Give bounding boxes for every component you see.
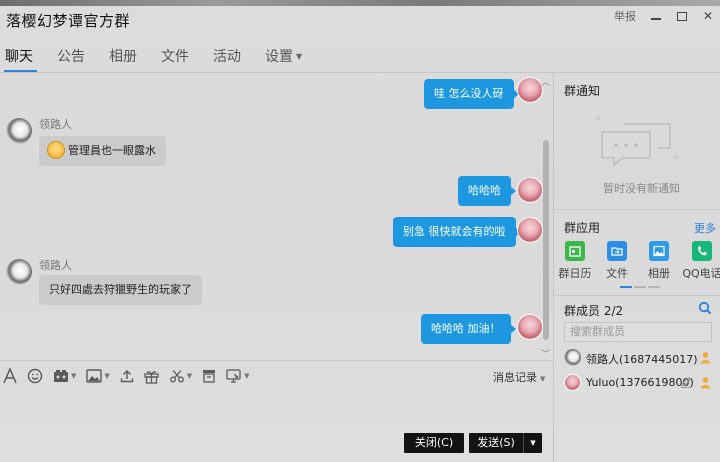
app-qq-phone[interactable]: QQ电话 xyxy=(682,241,720,281)
input-toolbar: ▼ ▼ ▼ ▼ xyxy=(3,366,260,386)
member-name: Yuluo(1376619800) xyxy=(586,376,694,389)
message-bubble-other[interactable]: 只好四處去狩獵野生的玩家了 xyxy=(39,275,202,305)
divider xyxy=(554,295,720,296)
divider xyxy=(554,209,720,210)
message-bubble-mine[interactable]: 别急 很快就会有的啦 xyxy=(393,217,520,247)
window-title: 落樱幻梦谭官方群 xyxy=(6,12,131,30)
avatar xyxy=(564,349,581,366)
chevron-down-icon: ▼ xyxy=(540,375,546,383)
minimize-icon[interactable] xyxy=(650,10,662,22)
gift-icon[interactable] xyxy=(144,366,159,386)
notice-empty-text: 暂时没有新通知 xyxy=(603,182,680,195)
upload-icon[interactable] xyxy=(120,366,134,386)
notice-empty-icon xyxy=(592,110,682,170)
tab-announcement[interactable]: 公告 xyxy=(49,46,93,72)
chat-message-area[interactable]: 哇 怎么没人砑 领路人 管理員也一眼露水 哈哈哈 别急 很快就会有的啦 领路人 … xyxy=(0,73,553,360)
divider xyxy=(0,360,553,361)
app-label: 群日历 xyxy=(558,267,592,280)
chevron-down-icon: ▼ xyxy=(71,372,77,380)
notice-title: 群通知 xyxy=(564,84,601,98)
app-file[interactable]: 文件 xyxy=(597,241,637,281)
album-icon xyxy=(649,241,669,261)
avatar[interactable] xyxy=(517,177,543,203)
edit-icon[interactable] xyxy=(680,376,692,391)
tab-label: 公告 xyxy=(57,49,85,65)
chevron-down-icon: ▼ xyxy=(104,372,110,380)
app-album[interactable]: 相册 xyxy=(639,241,679,281)
window-top-strip xyxy=(0,0,720,6)
members-title: 群成员 2/2 xyxy=(564,304,624,318)
scroll-up-icon[interactable]: ︿ xyxy=(541,75,550,88)
tab-bar: 聊天 公告 相册 文件 活动 设置 ▼ xyxy=(0,46,318,72)
apps-title: 群应用 xyxy=(564,221,601,235)
app-label: QQ电话 xyxy=(682,267,720,280)
crying-face-emoji-icon xyxy=(47,141,65,159)
tab-label: 聊天 xyxy=(5,49,33,65)
message-history-button[interactable]: 消息记录 ▼ xyxy=(493,369,545,385)
avatar[interactable] xyxy=(517,314,543,340)
maximize-icon[interactable] xyxy=(676,10,688,22)
message-text: 管理員也一眼露水 xyxy=(68,144,156,157)
scissors-icon[interactable]: ▼ xyxy=(169,366,192,386)
tab-activity[interactable]: 活动 xyxy=(205,46,249,72)
emoji-icon[interactable] xyxy=(27,366,43,386)
sender-nickname: 领路人 xyxy=(39,118,72,131)
send-label[interactable]: 发送(S) xyxy=(469,433,524,453)
avatar[interactable] xyxy=(517,217,543,243)
group-chat-window: 落樱幻梦谭官方群 举报 ✕ 聊天 公告 相册 文件 活动 设置 ▼ 哇 怎么没人砑… xyxy=(0,0,720,462)
phone-icon xyxy=(692,241,712,261)
history-label: 消息记录 xyxy=(493,371,537,384)
chat-scrollbar[interactable] xyxy=(543,140,549,340)
message-bubble-mine[interactable]: 哈哈哈 xyxy=(458,176,516,206)
avatar[interactable] xyxy=(6,259,32,285)
member-item[interactable]: Yuluo(1376619800) xyxy=(564,373,714,393)
tab-label: 相册 xyxy=(109,49,137,65)
member-name: 领路人(1687445017) xyxy=(586,353,698,366)
message-bubble-mine[interactable]: 哇 怎么没人砑 xyxy=(424,79,518,109)
avatar[interactable] xyxy=(517,77,543,103)
calendar-icon xyxy=(565,241,585,261)
archive-icon[interactable] xyxy=(202,366,216,386)
tab-files[interactable]: 文件 xyxy=(153,46,197,72)
tab-label: 活动 xyxy=(213,49,241,65)
tab-label: 设置 xyxy=(265,49,293,65)
chevron-down-icon: ▼ xyxy=(296,52,303,61)
chevron-down-icon[interactable]: ▼ xyxy=(524,433,542,453)
close-button[interactable]: 关闭(C) xyxy=(404,433,464,453)
member-item[interactable]: 领路人(1687445017) xyxy=(564,348,714,368)
screen-share-icon[interactable]: ▼ xyxy=(226,366,250,386)
gallery-icon[interactable]: ▼ xyxy=(53,366,76,386)
pager-dot[interactable] xyxy=(648,286,660,288)
sender-nickname: 领路人 xyxy=(39,259,72,272)
window-controls: 举报 ✕ xyxy=(614,8,714,24)
divider xyxy=(553,72,554,462)
owner-icon xyxy=(699,351,712,364)
avatar[interactable] xyxy=(6,118,32,144)
report-link[interactable]: 举报 xyxy=(614,8,636,24)
chevron-down-icon: ▼ xyxy=(186,372,193,380)
tab-label: 文件 xyxy=(161,49,189,65)
file-icon xyxy=(607,241,627,261)
app-label: 相册 xyxy=(648,267,670,280)
scroll-down-icon[interactable]: ﹀ xyxy=(541,347,550,360)
message-bubble-mine[interactable]: 哈哈哈 加油！ xyxy=(421,314,515,344)
app-label: 文件 xyxy=(606,267,628,280)
tab-chat[interactable]: 聊天 xyxy=(0,46,41,72)
send-button[interactable]: 发送(S) ▼ xyxy=(469,433,542,453)
more-link[interactable]: 更多 xyxy=(694,220,716,236)
member-search-input[interactable]: 搜索群成员 xyxy=(564,322,712,342)
message-bubble-other[interactable]: 管理員也一眼露水 xyxy=(39,136,166,166)
tab-settings[interactable]: 设置 ▼ xyxy=(257,46,310,72)
pager-dot-active[interactable] xyxy=(620,286,632,288)
chevron-down-icon: ▼ xyxy=(244,372,250,380)
pager-dot[interactable] xyxy=(634,286,646,288)
font-icon[interactable] xyxy=(3,366,17,386)
app-calendar[interactable]: 群日历 xyxy=(555,241,595,281)
tab-album[interactable]: 相册 xyxy=(101,46,145,72)
admin-icon xyxy=(699,376,712,389)
image-icon[interactable]: ▼ xyxy=(86,366,110,386)
avatar xyxy=(564,374,581,391)
close-icon[interactable]: ✕ xyxy=(702,10,714,22)
search-icon[interactable] xyxy=(698,301,712,318)
